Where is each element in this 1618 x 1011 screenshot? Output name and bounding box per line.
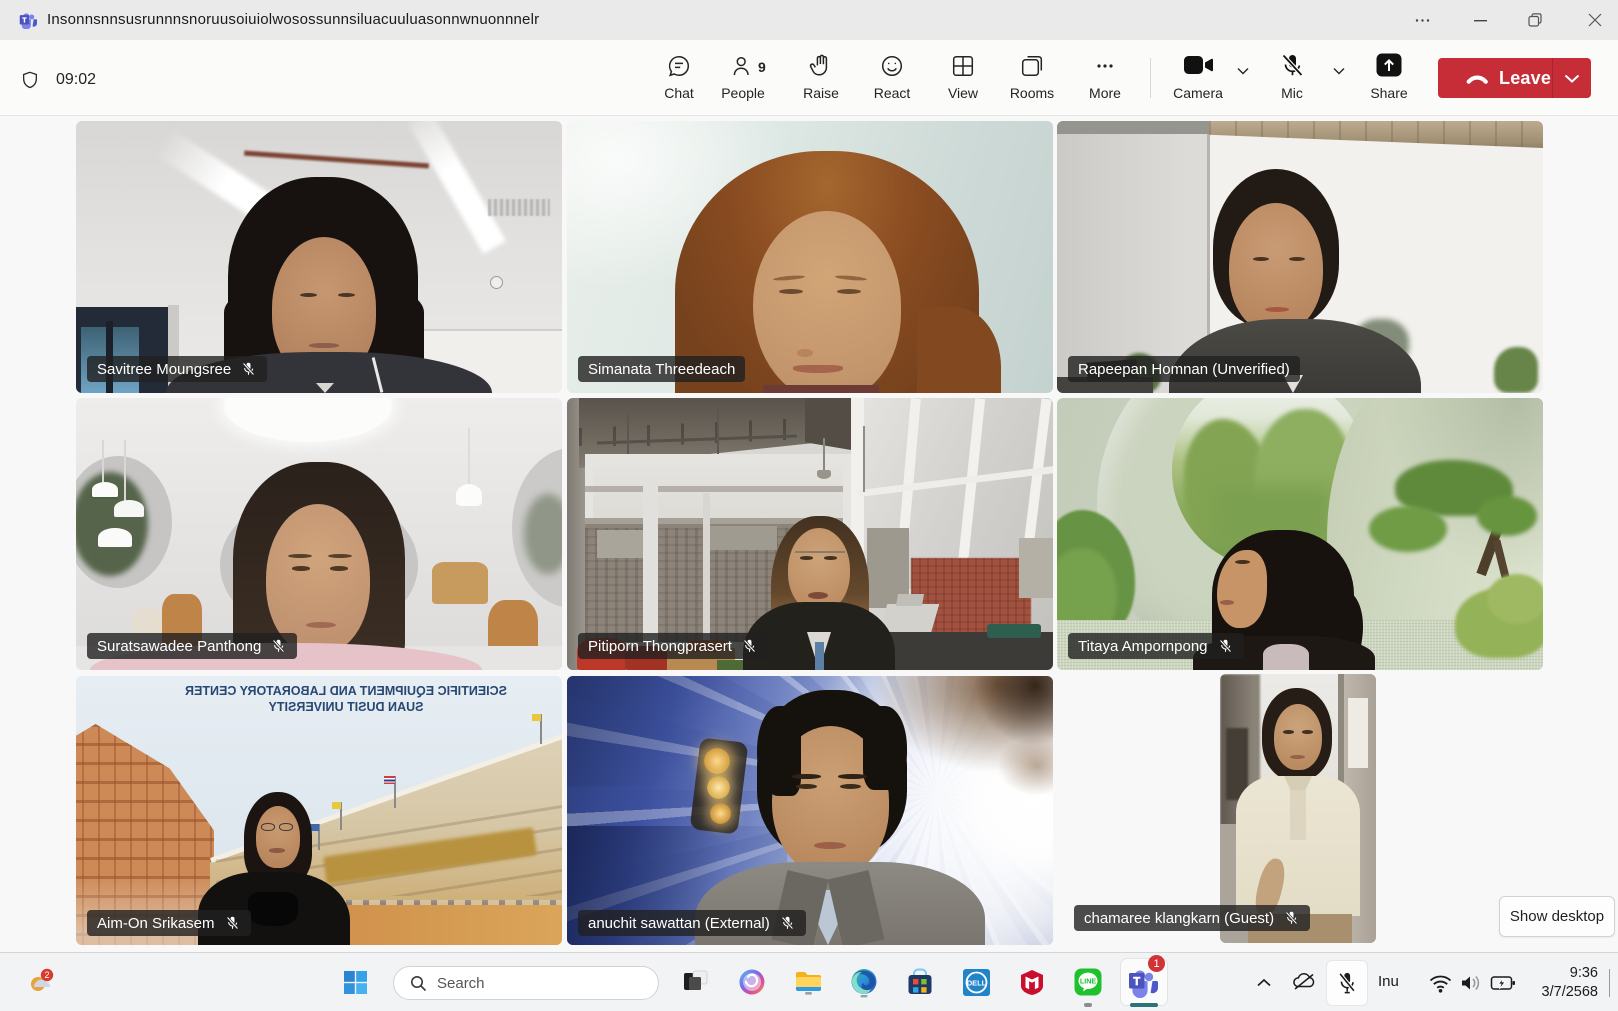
svg-text:2: 2: [44, 970, 49, 980]
svg-text:DELL: DELL: [966, 978, 986, 987]
svg-text:LINE: LINE: [1080, 977, 1097, 986]
